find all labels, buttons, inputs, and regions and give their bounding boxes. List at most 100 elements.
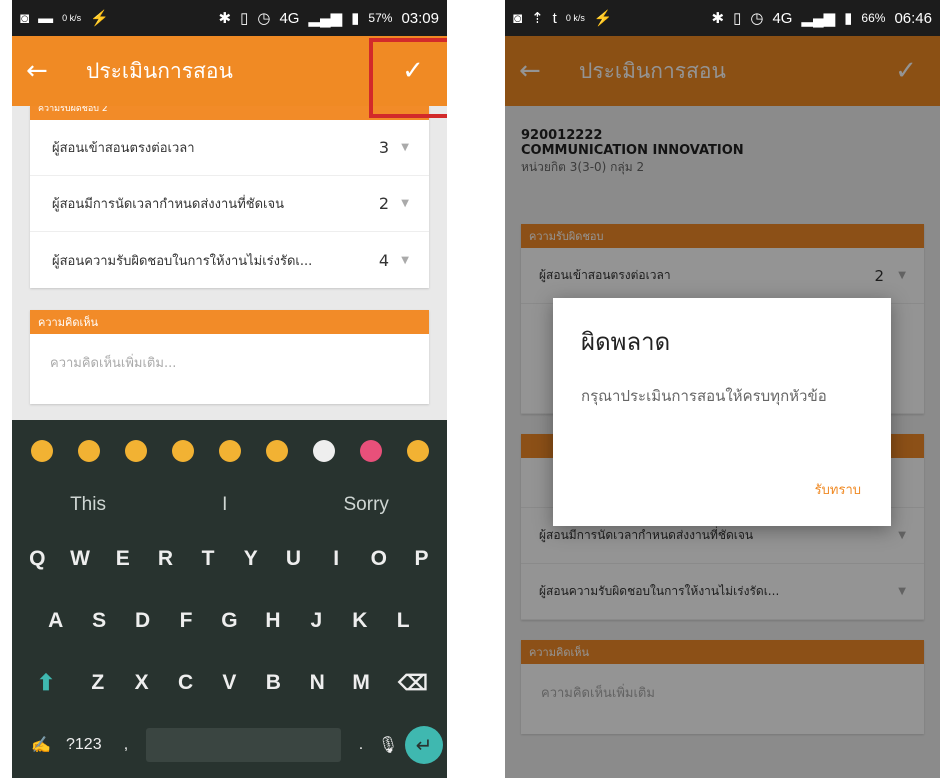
page-title: ประเมินการสอน: [86, 58, 233, 83]
clock: 03:09: [401, 9, 439, 27]
key[interactable]: R: [148, 547, 182, 571]
bluetooth-icon: ✱: [711, 10, 725, 27]
key[interactable]: O: [362, 547, 396, 571]
tumblr-icon: t: [552, 9, 557, 27]
comma-key[interactable]: ,: [116, 736, 136, 754]
dropdown-icon[interactable]: ▼: [389, 142, 409, 153]
dropdown-icon[interactable]: ▼: [389, 255, 409, 266]
acknowledge-button[interactable]: รับทราบ: [815, 479, 861, 500]
key[interactable]: Y: [234, 547, 268, 571]
key[interactable]: F: [169, 609, 203, 633]
shift-icon[interactable]: ⬆: [21, 670, 71, 696]
key[interactable]: E: [106, 547, 140, 571]
key[interactable]: C: [169, 671, 203, 695]
comment-input[interactable]: ความคิดเห็นเพิ่มเติม...: [30, 334, 429, 404]
dialog-message: กรุณาประเมินการสอนให้ครบทุกหัวข้อ: [581, 387, 827, 405]
space-bar[interactable]: [146, 728, 341, 762]
app-bar: ← ประเมินการสอน ✓: [12, 36, 447, 118]
emoji-icon[interactable]: [77, 440, 100, 462]
highlight-box: [369, 38, 447, 118]
key[interactable]: A: [39, 609, 73, 633]
rating-value: 2: [378, 194, 389, 213]
suggestion-item[interactable]: I: [222, 494, 227, 516]
gesture-icon[interactable]: ✍: [16, 735, 66, 755]
key[interactable]: D: [126, 609, 160, 633]
alarm-icon: ◷: [257, 10, 271, 27]
network-label: 4G: [772, 9, 793, 27]
question-row[interactable]: ผู้สอนความรับผิดชอบในการให้งานไม่เร่งรัด…: [30, 232, 429, 288]
key[interactable]: Q: [20, 547, 54, 571]
rating-value: 4: [378, 250, 389, 270]
emoji-icon[interactable]: [171, 440, 194, 462]
microphone-icon[interactable]: 🎙: [371, 735, 405, 755]
dropdown-icon[interactable]: ▼: [389, 198, 409, 209]
dialog-title: ผิดพลาด: [581, 328, 671, 356]
key[interactable]: W: [63, 547, 97, 571]
key[interactable]: H: [256, 609, 290, 633]
arrow-left-icon[interactable]: ←: [26, 56, 86, 86]
suggestion-item[interactable]: This: [70, 494, 106, 516]
speed-indicator: 0 k/s: [565, 13, 585, 23]
rating-card: ความรับผิดชอบ 2 ผู้สอนเข้าสอนตรงต่อเวลา …: [30, 106, 429, 288]
rating-value: 3: [378, 138, 389, 157]
battery-level: 66%: [861, 11, 886, 25]
vibrate-icon: ▯: [733, 10, 742, 27]
key-row-4: ✍ ?123 , . 🎙 ↵: [12, 714, 447, 776]
emoji-icon[interactable]: [406, 440, 429, 462]
key[interactable]: M: [344, 671, 378, 695]
key-row-3: ⬆ Z X C V B N M ⌫: [12, 652, 447, 714]
period-key[interactable]: .: [351, 736, 371, 754]
key[interactable]: U: [276, 547, 310, 571]
signal-icon: ▂▄▆: [308, 10, 343, 27]
emoji-icon[interactable]: [218, 440, 241, 462]
network-label: 4G: [279, 9, 300, 27]
suggestion-item[interactable]: Sorry: [344, 494, 389, 516]
comment-section-header: ความคิดเห็น: [30, 310, 429, 334]
notification-icon: ◙: [513, 9, 523, 27]
key[interactable]: T: [191, 547, 225, 571]
message-icon: ▬: [38, 9, 54, 27]
key[interactable]: X: [125, 671, 159, 695]
backspace-icon[interactable]: ⌫: [388, 671, 438, 696]
notification-icon: ◙: [20, 9, 30, 27]
question-row[interactable]: ผู้สอนเข้าสอนตรงต่อเวลา 3 ▼: [30, 120, 429, 176]
speed-indicator: 0 k/s: [62, 13, 82, 23]
key-row-2: A S D F G H J K L: [12, 590, 447, 652]
key[interactable]: G: [212, 609, 246, 633]
key[interactable]: V: [212, 671, 246, 695]
vibrate-icon: ▯: [240, 10, 249, 27]
question-label: ผู้สอนมีการนัดเวลากำหนดส่งงานที่ชัดเจน: [52, 197, 284, 212]
emoji-row: [12, 420, 447, 482]
flash-icon: ⚡: [90, 10, 109, 27]
symbols-key[interactable]: ?123: [66, 736, 116, 754]
keyboard: This I Sorry Q W E R T Y U I O P A S D F…: [12, 420, 447, 778]
error-dialog: ผิดพลาด กรุณาประเมินการสอนให้ครบทุกหัวข้…: [553, 298, 891, 526]
key[interactable]: K: [343, 609, 377, 633]
question-label: ผู้สอนความรับผิดชอบในการให้งานไม่เร่งรัด…: [52, 253, 313, 269]
flash-icon: ⚡: [593, 10, 613, 27]
alarm-icon: ◷: [750, 10, 764, 27]
signal-icon: ▂▄▆: [801, 10, 836, 27]
key[interactable]: S: [82, 609, 116, 633]
right-phone-screen: ◙ ⇡ t 0 k/s ⚡ ✱ ▯ ◷ 4G ▂▄▆ ▮ 66% 06:46 ←…: [505, 0, 940, 778]
question-label: ผู้สอนเข้าสอนตรงต่อเวลา: [52, 141, 195, 156]
emoji-icon[interactable]: [30, 440, 53, 462]
key[interactable]: L: [386, 609, 420, 633]
battery-icon: ▮: [844, 10, 853, 27]
upload-icon: ⇡: [531, 10, 544, 27]
key[interactable]: B: [256, 671, 290, 695]
enter-icon[interactable]: ↵: [405, 726, 443, 764]
emoji-icon[interactable]: [124, 440, 147, 462]
emoji-icon[interactable]: [312, 440, 335, 462]
key[interactable]: J: [299, 609, 333, 633]
key[interactable]: P: [405, 547, 439, 571]
status-bar: ◙ ⇡ t 0 k/s ⚡ ✱ ▯ ◷ 4G ▂▄▆ ▮ 66% 06:46: [505, 0, 940, 36]
suggestion-strip: This I Sorry: [12, 482, 447, 528]
question-row[interactable]: ผู้สอนมีการนัดเวลากำหนดส่งงานที่ชัดเจน 2…: [30, 176, 429, 232]
emoji-icon[interactable]: [265, 440, 288, 462]
emoji-icon[interactable]: [359, 440, 382, 462]
key[interactable]: Z: [81, 671, 115, 695]
key[interactable]: N: [300, 671, 334, 695]
key-row-1: Q W E R T Y U I O P: [12, 528, 447, 590]
key[interactable]: I: [319, 547, 353, 571]
